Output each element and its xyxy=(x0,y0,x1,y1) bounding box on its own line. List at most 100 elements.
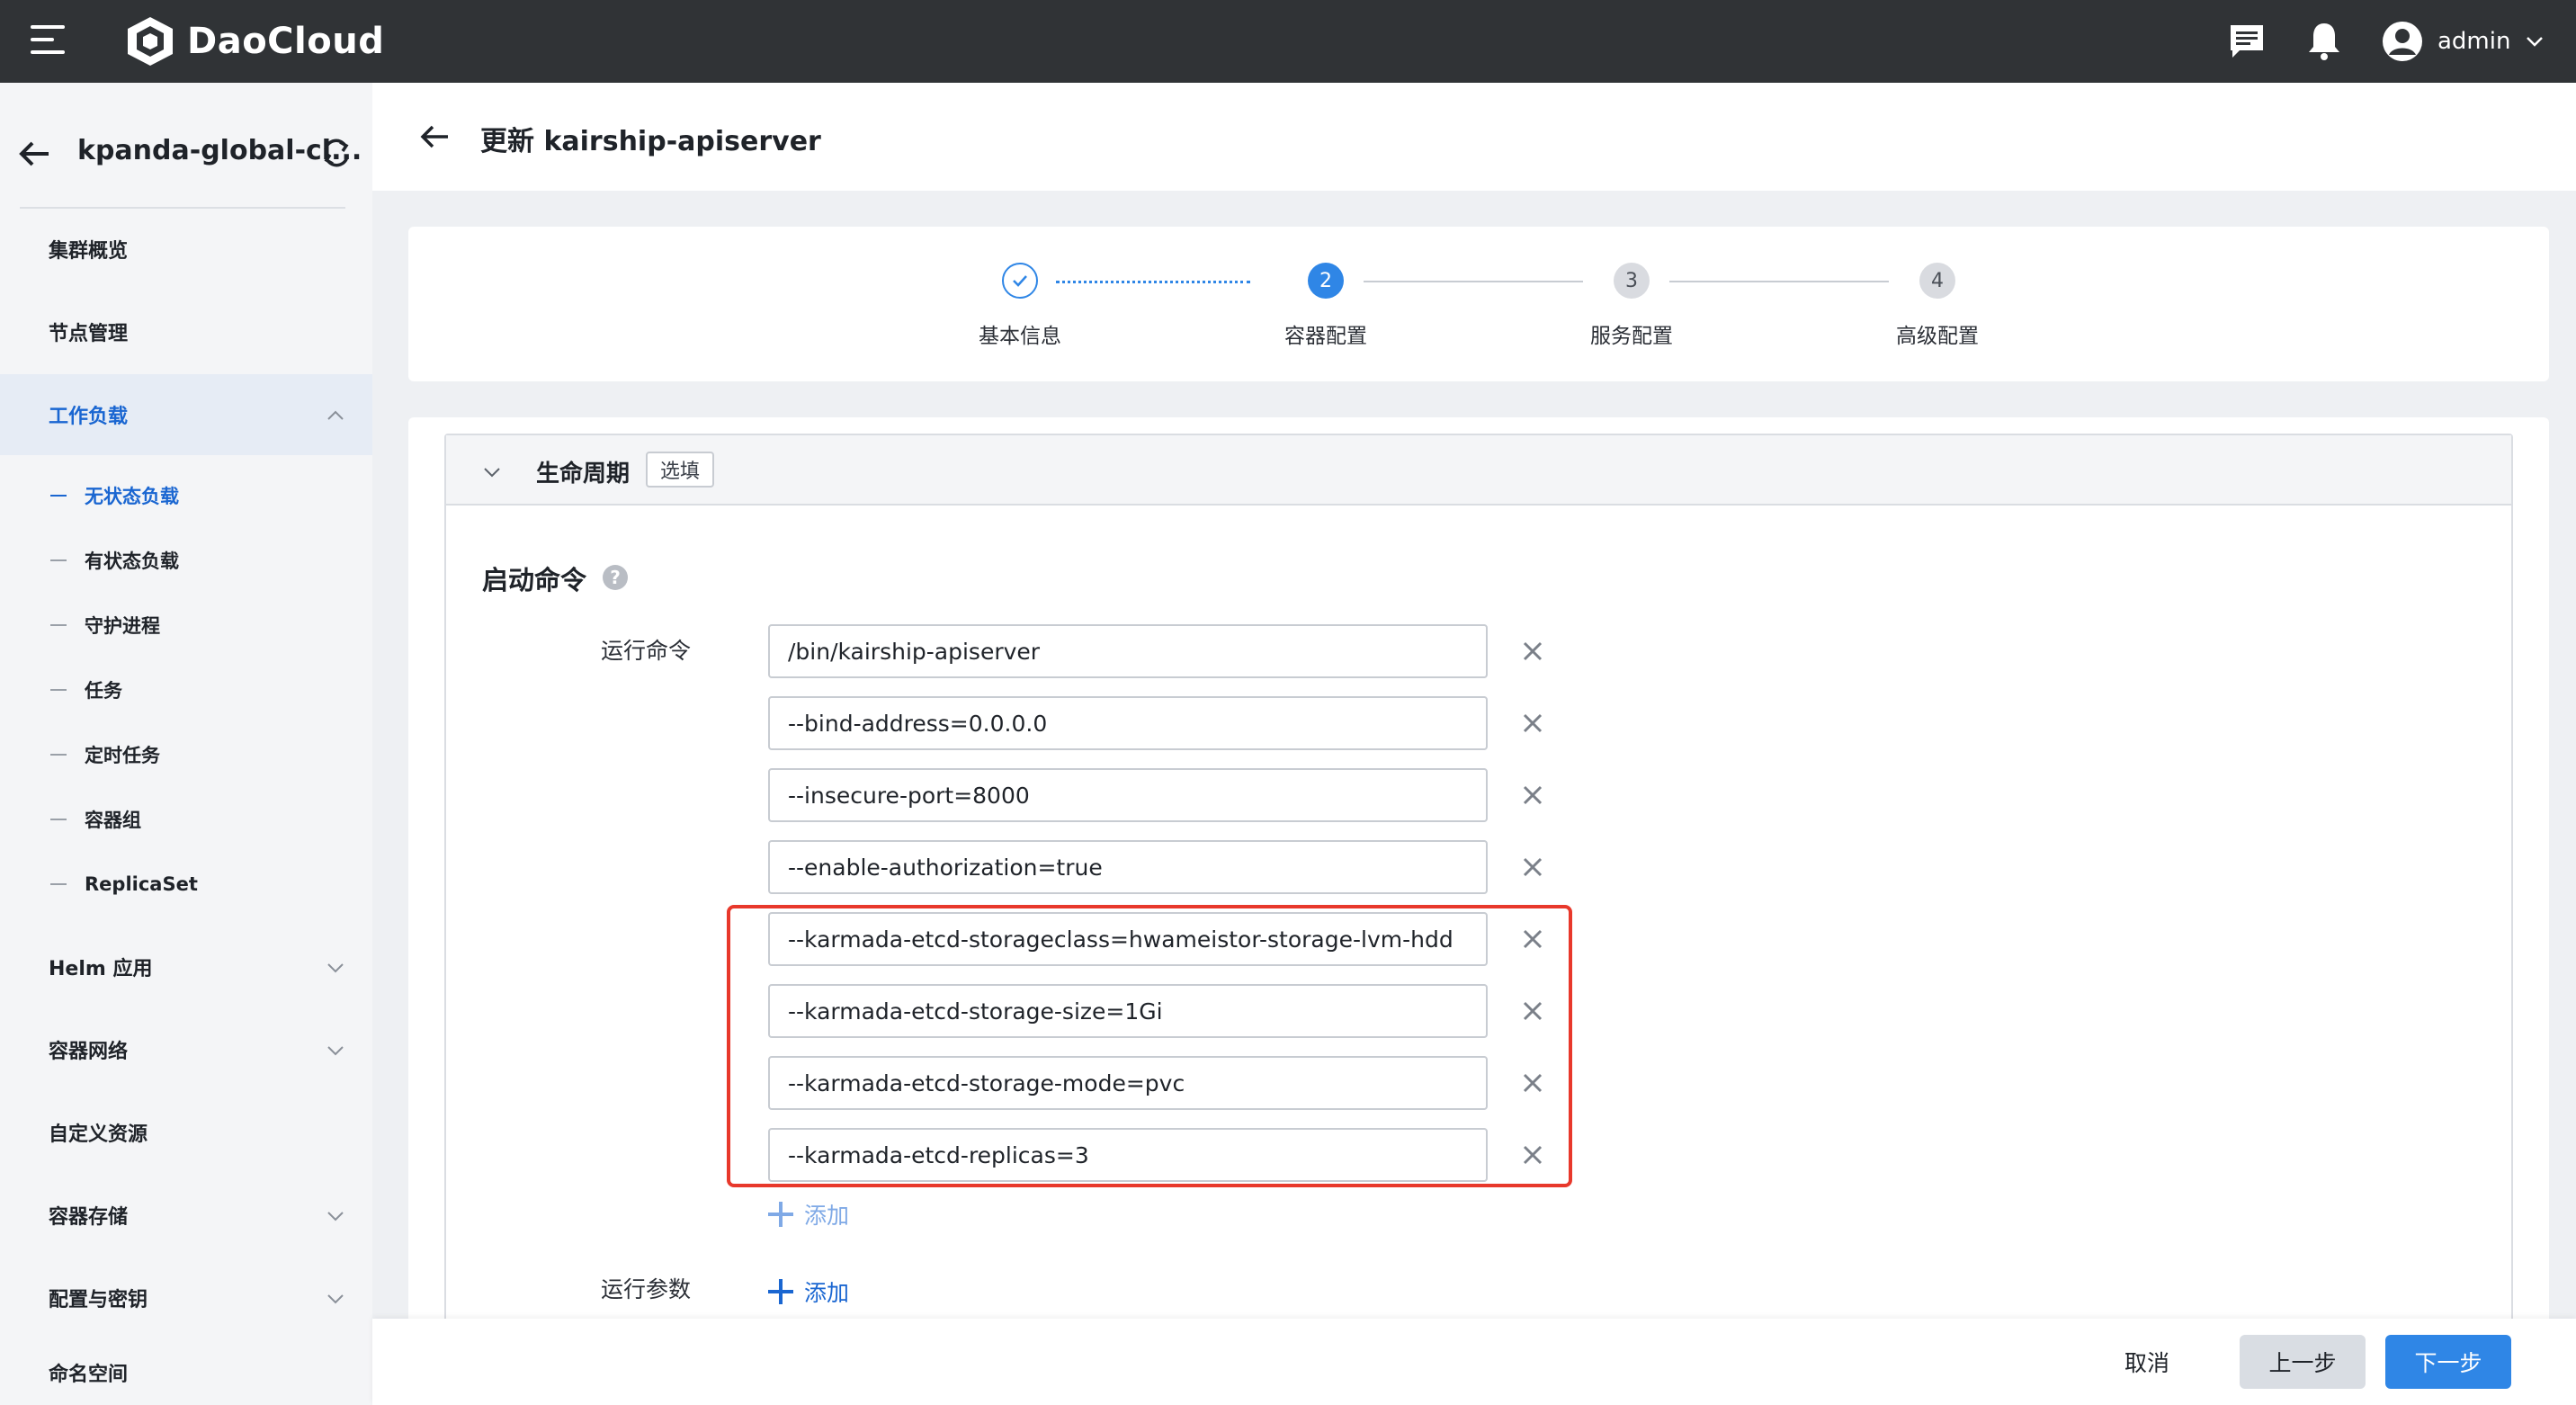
command-input[interactable] xyxy=(768,624,1488,678)
command-input[interactable] xyxy=(768,768,1488,822)
sidebar-item-helm-apps[interactable]: Helm 应用 xyxy=(0,926,372,1007)
user-name: admin xyxy=(2437,28,2511,55)
sidebar-subitem-label: 无状态负载 xyxy=(85,486,179,507)
sidebar-subitem-deployments[interactable]: 无状态负载 xyxy=(0,464,372,527)
sidebar-item-label: 自定义资源 xyxy=(49,1123,148,1146)
sidebar-subitem-label: 定时任务 xyxy=(85,745,160,766)
page-header: 更新 kairship-apiserver xyxy=(372,83,2576,191)
run-args-label: 运行参数 xyxy=(601,1276,692,1302)
sidebar-subitem-label: 容器组 xyxy=(85,810,141,831)
sidebar-subitem-statefulsets[interactable]: 有状态负载 xyxy=(0,529,372,592)
brand-name: DaoCloud xyxy=(187,21,385,62)
wizard-steps: 基本信息 2 容器配置 3 服务配置 4 高级配置 xyxy=(408,227,2549,381)
sidebar-item-label: 节点管理 xyxy=(49,323,129,345)
sidebar-item-cluster-overview[interactable]: 集群概览 xyxy=(0,209,372,290)
switch-cluster-icon[interactable] xyxy=(320,137,353,169)
step-advanced-config[interactable]: 4 高级配置 xyxy=(1847,263,2027,349)
arrow-left-icon[interactable] xyxy=(18,137,52,171)
chevron-down-icon xyxy=(327,1212,344,1222)
chevron-up-icon xyxy=(327,410,344,420)
sidebar-item-custom-resources[interactable]: 自定义资源 xyxy=(0,1092,372,1173)
sidebar-subitem-cronjobs[interactable]: 定时任务 xyxy=(0,723,372,786)
add-command-button[interactable]: 添加 xyxy=(768,1196,849,1232)
command-input[interactable] xyxy=(768,1056,1488,1110)
hamburger-menu-icon[interactable] xyxy=(31,25,65,56)
sidebar-item-node-management[interactable]: 节点管理 xyxy=(0,291,372,372)
chevron-down-icon[interactable] xyxy=(482,462,502,482)
close-icon[interactable] xyxy=(1518,853,1547,881)
sidebar: kpanda-global-cl... 集群概览 节点管理 工作负载 无状态负载… xyxy=(0,83,372,1405)
add-label: 添加 xyxy=(804,1203,850,1229)
sidebar-subitem-daemonsets[interactable]: 守护进程 xyxy=(0,594,372,657)
page-title: 更新 kairship-apiserver xyxy=(480,126,821,157)
sidebar-item-label: 命名空间 xyxy=(49,1364,129,1386)
step-done-indicator xyxy=(1002,263,1038,299)
command-input[interactable] xyxy=(768,912,1488,966)
sidebar-subitem-label: 任务 xyxy=(85,680,122,702)
sidebar-item-namespaces[interactable]: 命名空间 xyxy=(0,1340,372,1405)
check-icon xyxy=(1013,275,1027,287)
step-label: 基本信息 xyxy=(979,325,1061,348)
footer-actions: 取消 上一步 下一步 xyxy=(372,1319,2576,1405)
plus-icon xyxy=(768,1279,793,1304)
start-command-title: 启动命令 xyxy=(482,565,587,595)
cluster-selector: kpanda-global-cl... xyxy=(0,119,372,191)
sidebar-item-container-network[interactable]: 容器网络 xyxy=(0,1009,372,1090)
sidebar-item-label: Helm 应用 xyxy=(49,958,153,980)
sidebar-subitem-label: ReplicaSet xyxy=(85,873,198,895)
optional-badge: 选填 xyxy=(646,452,715,488)
close-icon[interactable] xyxy=(1518,1069,1547,1097)
step-label: 容器配置 xyxy=(1284,325,1367,348)
bell-icon[interactable] xyxy=(2303,20,2346,63)
sidebar-item-container-storage[interactable]: 容器存储 xyxy=(0,1175,372,1256)
sidebar-item-label: 集群概览 xyxy=(49,240,129,263)
section-title: 生命周期 xyxy=(536,461,631,488)
chevron-down-icon xyxy=(327,963,344,973)
command-input[interactable] xyxy=(768,696,1488,750)
add-label: 添加 xyxy=(804,1280,850,1306)
step-number: 2 xyxy=(1308,263,1344,299)
avatar-icon xyxy=(2383,22,2422,61)
lifecycle-section: 生命周期 选填 启动命令 ? 运行命令 添加 运行参数 添加 xyxy=(444,434,2513,1405)
sidebar-item-label: 容器存储 xyxy=(49,1206,129,1229)
sidebar-item-configs-secrets[interactable]: 配置与密钥 xyxy=(0,1257,372,1338)
sidebar-item-label: 配置与密钥 xyxy=(49,1289,148,1311)
command-input[interactable] xyxy=(768,840,1488,894)
step-container-config[interactable]: 2 容器配置 xyxy=(1236,263,1416,349)
help-icon[interactable]: ? xyxy=(603,565,628,590)
daocloud-cube-icon xyxy=(128,17,173,66)
top-bar: DaoCloud admin xyxy=(0,0,2576,83)
sidebar-subitem-pods[interactable]: 容器组 xyxy=(0,788,372,851)
command-input[interactable] xyxy=(768,984,1488,1038)
message-icon[interactable] xyxy=(2225,20,2268,63)
close-icon[interactable] xyxy=(1518,1141,1547,1169)
next-step-button[interactable]: 下一步 xyxy=(2385,1335,2511,1389)
lifecycle-section-header[interactable]: 生命周期 选填 xyxy=(446,435,2511,506)
sidebar-item-label: 工作负载 xyxy=(49,406,129,428)
plus-icon xyxy=(768,1202,793,1227)
add-args-button[interactable]: 添加 xyxy=(768,1274,849,1310)
arrow-left-icon[interactable] xyxy=(419,121,452,153)
chevron-down-icon xyxy=(327,1046,344,1056)
form-card: 生命周期 选填 启动命令 ? 运行命令 添加 运行参数 添加 xyxy=(408,417,2549,1405)
close-icon[interactable] xyxy=(1518,709,1547,738)
sidebar-subitem-replicasets[interactable]: ReplicaSet xyxy=(0,853,372,916)
cluster-name: kpanda-global-cl... xyxy=(77,135,362,166)
run-command-label: 运行命令 xyxy=(601,638,692,664)
close-icon[interactable] xyxy=(1518,997,1547,1025)
close-icon[interactable] xyxy=(1518,925,1547,953)
sidebar-item-workloads[interactable]: 工作负载 xyxy=(0,374,372,455)
user-menu[interactable]: admin xyxy=(2382,16,2545,67)
step-basic-info[interactable]: 基本信息 xyxy=(930,263,1110,349)
close-icon[interactable] xyxy=(1518,781,1547,810)
step-number: 4 xyxy=(1919,263,1955,299)
previous-step-button[interactable]: 上一步 xyxy=(2240,1335,2366,1389)
sidebar-subitem-label: 有状态负载 xyxy=(85,550,179,572)
daocloud-logo[interactable]: DaoCloud xyxy=(126,13,384,70)
command-input[interactable] xyxy=(768,1128,1488,1182)
sidebar-subitem-jobs[interactable]: 任务 xyxy=(0,658,372,721)
step-label: 服务配置 xyxy=(1590,325,1673,348)
cancel-button[interactable]: 取消 xyxy=(2097,1335,2196,1389)
close-icon[interactable] xyxy=(1518,637,1547,666)
step-service-config[interactable]: 3 服务配置 xyxy=(1542,263,1722,349)
